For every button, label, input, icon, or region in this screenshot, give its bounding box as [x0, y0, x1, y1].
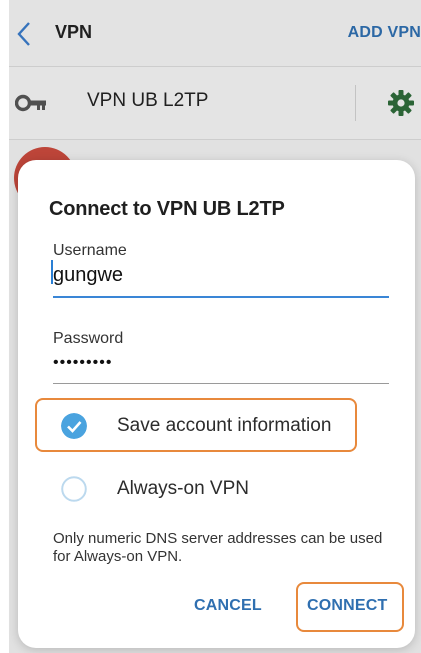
left-frame [0, 0, 9, 653]
checked-icon [61, 413, 87, 439]
save-account-label: Save account information [117, 415, 332, 436]
connect-dialog: Connect to VPN UB L2TP Username gungwe P… [18, 160, 415, 648]
always-on-checkbox[interactable]: Always-on VPN [53, 471, 353, 507]
cancel-button[interactable]: CANCEL [194, 597, 262, 615]
password-field[interactable]: ••••••••• [53, 354, 112, 372]
always-on-label: Always-on VPN [117, 478, 249, 499]
dns-note: Only numeric DNS server addresses can be… [53, 530, 383, 565]
connect-button[interactable]: CONNECT [307, 597, 388, 615]
unchecked-circle-icon [61, 476, 87, 502]
password-label: Password [53, 330, 124, 347]
password-underline [53, 383, 389, 384]
save-account-checkbox[interactable]: Save account information [53, 408, 353, 444]
username-label: Username [53, 242, 127, 259]
username-underline [53, 296, 389, 298]
username-field[interactable]: gungwe [53, 264, 123, 287]
dialog-title: Connect to VPN UB L2TP [49, 198, 285, 220]
